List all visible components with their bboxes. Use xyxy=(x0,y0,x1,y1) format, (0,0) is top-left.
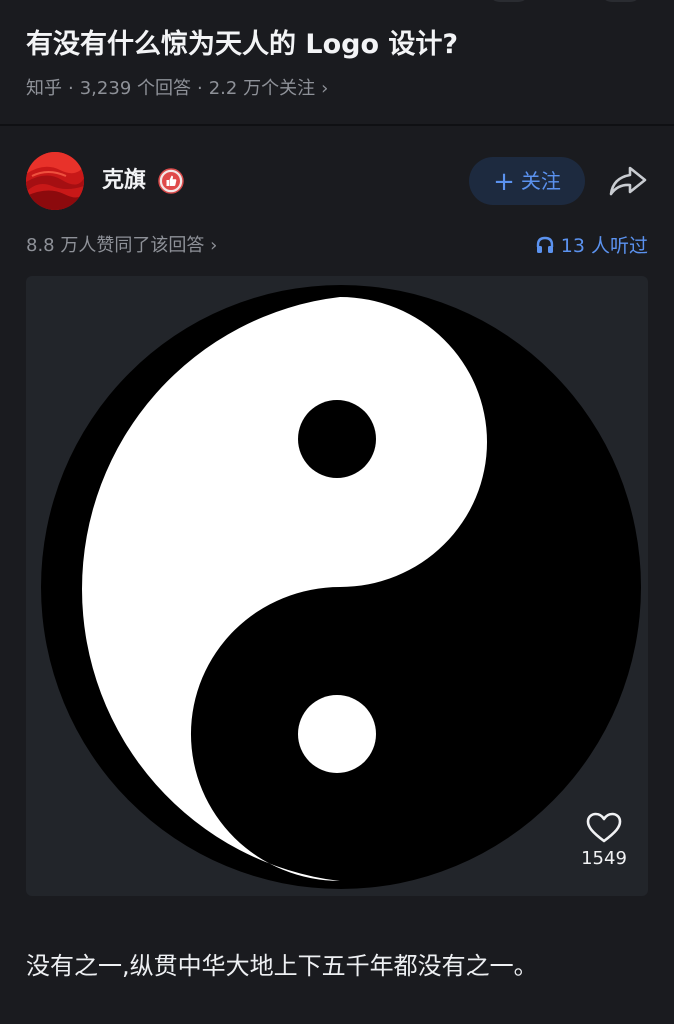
chevron-right-icon: › xyxy=(321,78,329,99)
image-like[interactable]: 1549 xyxy=(576,812,632,872)
listen-text: 13 人听过 xyxy=(560,235,648,257)
likes-text: 8.8 万人赞同了该回答 xyxy=(26,235,205,256)
listen-counter[interactable]: 13 人听过 xyxy=(535,232,648,260)
author-name[interactable]: 克旗 xyxy=(102,166,146,196)
like-count: 1549 xyxy=(581,848,627,869)
headphone-icon xyxy=(536,236,553,253)
stats-row: 8.8 万人赞同了该回答 › 13 人听过 xyxy=(26,232,648,262)
yin-yang-image xyxy=(41,285,641,889)
author-row: 克旗 + 关注 xyxy=(26,152,648,210)
share-icon[interactable] xyxy=(608,164,648,198)
meta-separator: · xyxy=(197,78,203,99)
section-divider xyxy=(0,124,674,126)
meta-separator: · xyxy=(68,78,74,99)
answer-image[interactable]: 1549 xyxy=(26,276,648,896)
question-header[interactable]: 有没有什么惊为天人的 Logo 设计? 知乎 · 3,239 个回答 · 2.2 万个关… xyxy=(26,24,648,102)
answer-page: 有没有什么惊为天人的 Logo 设计? 知乎 · 3,239 个回答 · 2.2 万个关… xyxy=(0,0,674,1024)
avatar-red-wave-icon xyxy=(26,152,84,210)
question-title[interactable]: 有没有什么惊为天人的 Logo 设计? xyxy=(26,24,648,66)
follower-count: 2.2 万个关注 xyxy=(208,78,316,99)
top-bar-remnant xyxy=(0,0,674,2)
heart-icon[interactable] xyxy=(586,812,622,844)
follow-button[interactable]: + 关注 xyxy=(469,157,585,205)
chevron-right-icon: › xyxy=(210,235,218,256)
avatar[interactable] xyxy=(26,152,84,210)
question-meta[interactable]: 知乎 · 3,239 个回答 · 2.2 万个关注 › xyxy=(26,76,648,102)
thumbs-up-badge-icon xyxy=(158,168,184,194)
answer-count: 3,239 个回答 xyxy=(79,78,191,99)
source-label: 知乎 xyxy=(26,78,62,99)
plus-icon: + xyxy=(493,167,515,197)
answer-text[interactable]: 没有之一,纵贯中华大地上下五千年都没有之一。 xyxy=(26,946,656,986)
likes-summary[interactable]: 8.8 万人赞同了该回答 › xyxy=(26,232,217,260)
follow-label: 关注 xyxy=(520,169,561,193)
